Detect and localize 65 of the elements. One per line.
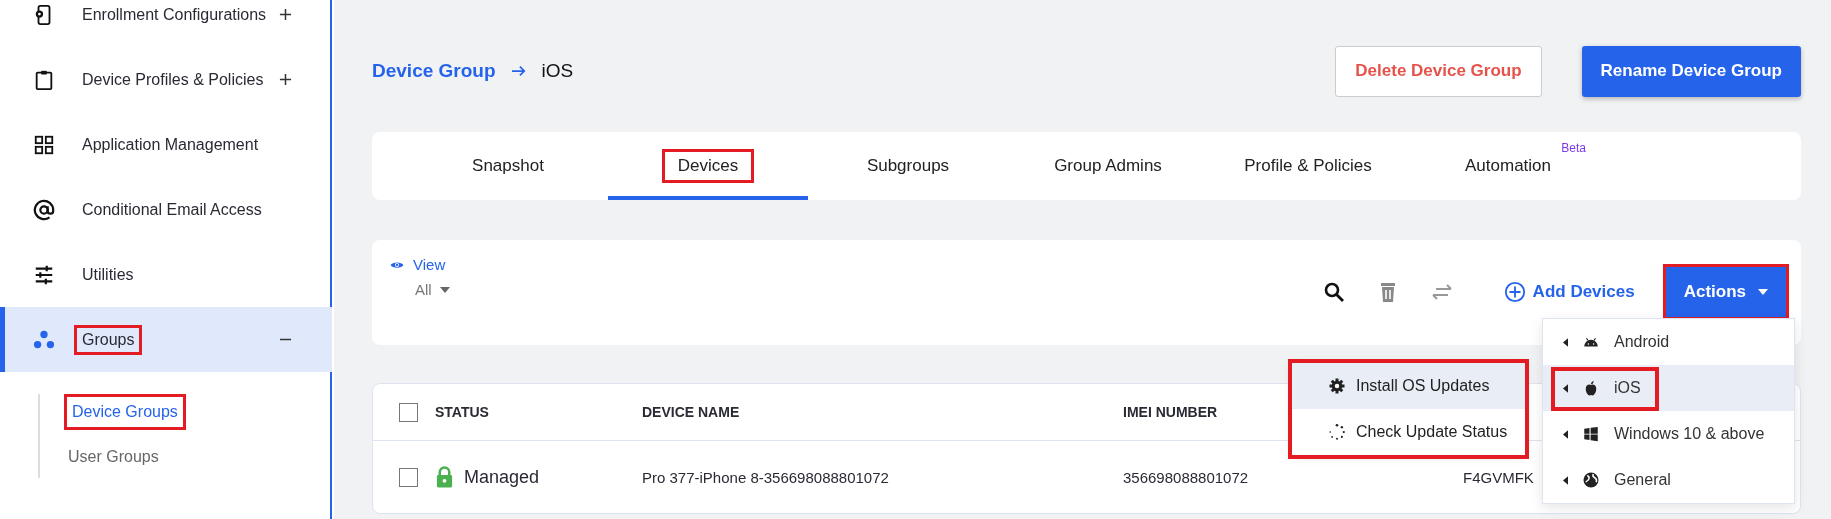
breadcrumb-current: iOS <box>541 60 574 82</box>
sidebar-item-label: Utilities <box>81 264 135 285</box>
sidebar-item[interactable]: Utilities <box>0 242 332 307</box>
table-cell: F4GVMFK <box>1463 468 1534 486</box>
breadcrumb-link[interactable]: Device Group <box>372 60 496 82</box>
grid-icon <box>33 133 55 156</box>
sidebar-subitem[interactable]: User Groups <box>40 436 159 478</box>
menu-item[interactable]: General <box>1543 457 1794 503</box>
view-filter-dropdown[interactable]: All <box>415 281 450 298</box>
sidebar-item-label: Groups <box>77 327 140 352</box>
tab[interactable]: Group Admins <box>1008 132 1208 200</box>
sliders-icon <box>33 263 55 286</box>
caret-icon <box>439 286 450 293</box>
sidebar-item[interactable]: Groups <box>0 307 332 372</box>
menu-item[interactable]: Check Update Status <box>1292 409 1525 455</box>
sidebar-item[interactable]: Application Management <box>0 112 332 177</box>
actions-button[interactable]: Actions <box>1665 267 1786 317</box>
tab[interactable]: Profile & Policies <box>1208 132 1408 200</box>
windows-icon <box>1582 425 1600 443</box>
gear-icon <box>1328 377 1346 395</box>
at-sign-icon <box>33 198 55 221</box>
caret-left-icon <box>1563 337 1568 347</box>
caret-left-icon <box>1563 383 1568 393</box>
sidebar-item-label: Device Profiles & Policies <box>81 69 265 90</box>
beta-label: Beta <box>1561 141 1586 155</box>
table-cell-text: 356698088801072 <box>1123 468 1250 486</box>
status-text: Managed <box>464 466 540 488</box>
add-devices-button[interactable]: Add Devices <box>1497 275 1641 309</box>
sidebar-item-label: Application Management <box>81 134 260 155</box>
caret-left-icon <box>1563 429 1568 439</box>
row-checkbox[interactable] <box>399 467 418 487</box>
menu-item[interactable]: iOS <box>1543 365 1794 411</box>
tab[interactable]: Subgroups <box>808 132 1008 200</box>
column-header: IMEI NUMBER <box>1123 404 1219 420</box>
plus-icon <box>279 73 292 86</box>
spinner-icon <box>1328 423 1346 441</box>
delete-button[interactable]: Delete Device Group <box>1335 45 1542 97</box>
table-cell-text: Pro 377-iPhone 8-356698088801072 <box>642 468 890 486</box>
sidebar-item-label: Enrollment Configurations <box>81 4 268 25</box>
caret-left-icon <box>1563 475 1568 485</box>
menu-item[interactable]: Install OS Updates <box>1292 363 1525 409</box>
select-all-checkbox[interactable] <box>399 402 418 422</box>
sidebar-item[interactable]: Enrollment Configurations <box>0 0 332 47</box>
globe-icon <box>1582 471 1600 489</box>
clipboard-icon <box>33 68 55 91</box>
tab[interactable]: Devices <box>608 132 808 200</box>
column-header: DEVICE NAME <box>642 404 741 420</box>
arrow-icon <box>509 64 528 78</box>
sidebar-item[interactable]: Device Profiles & Policies <box>0 47 332 112</box>
lock-icon <box>435 465 454 489</box>
sidebar-item[interactable]: Conditional Email Access <box>0 177 332 242</box>
caret-icon <box>1758 289 1768 295</box>
dots-icon <box>33 328 55 351</box>
menu-item[interactable]: Windows 10 & above <box>1543 411 1794 457</box>
menu-item[interactable]: Android <box>1543 319 1794 365</box>
rename-button[interactable]: Rename Device Group <box>1581 45 1801 97</box>
eye-icon <box>390 259 404 270</box>
tab[interactable]: Snapshot <box>408 132 608 200</box>
view-label: View <box>413 256 446 273</box>
plus-circle-icon <box>1503 281 1526 303</box>
column-header: STATUS <box>435 404 490 420</box>
sidebar-item-label: Conditional Email Access <box>81 199 263 220</box>
tab[interactable]: Automation Beta <box>1408 132 1608 200</box>
sidebar-subitem[interactable]: Device Groups <box>64 394 186 430</box>
plus-icon <box>279 8 292 21</box>
